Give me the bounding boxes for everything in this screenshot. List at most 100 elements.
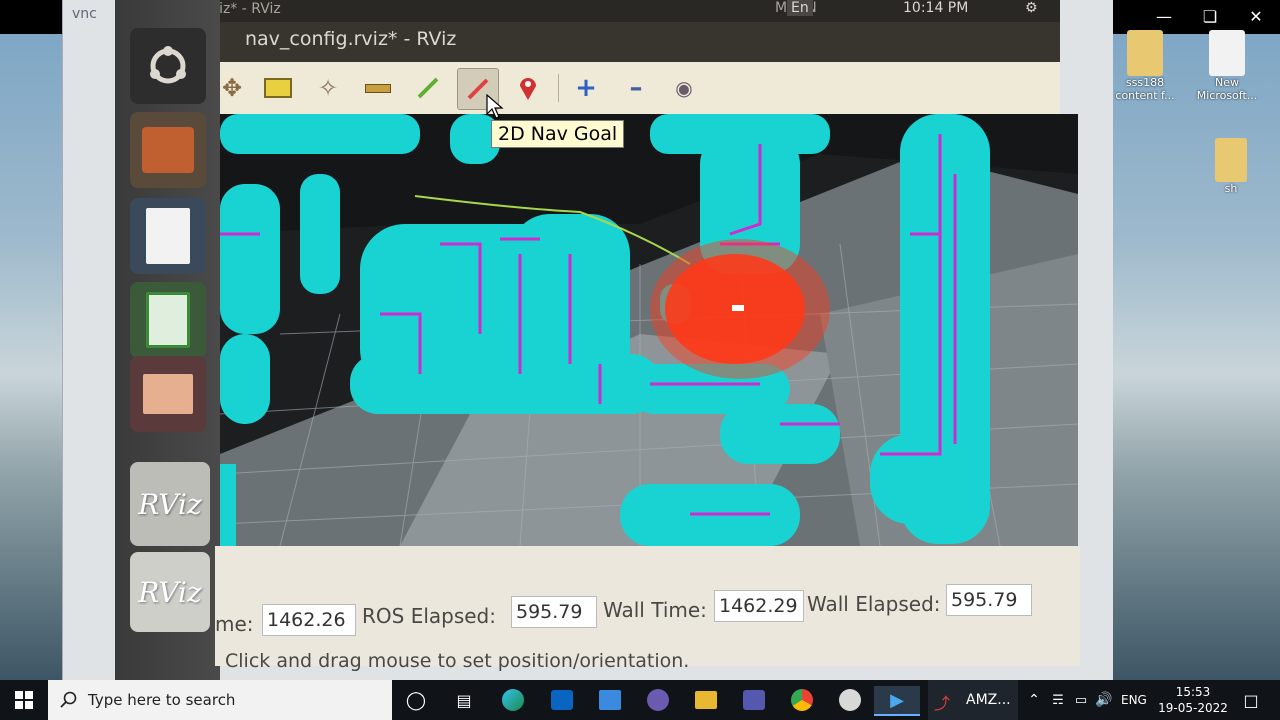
- writer-icon[interactable]: [130, 198, 206, 274]
- edge-icon[interactable]: [498, 686, 528, 714]
- edge-logo-icon: [502, 689, 524, 711]
- add-tool-button[interactable]: +: [566, 68, 606, 108]
- notification-icon[interactable]: □: [1236, 686, 1266, 714]
- wall-time-field[interactable]: 1462.29: [714, 590, 804, 622]
- search-placeholder: Type here to search: [88, 691, 236, 709]
- chrome-logo-icon: [791, 689, 813, 711]
- store-icon[interactable]: [595, 686, 625, 714]
- 2d-pose-estimate-tool[interactable]: [408, 68, 448, 108]
- select-icon: [264, 78, 292, 98]
- zip-folder-icon: [1215, 138, 1247, 182]
- rviz-window-title: nav_config.rviz* - RViz: [245, 28, 457, 50]
- rviz-3d-view[interactable]: [220, 114, 1078, 546]
- desktop-icon-word[interactable]: New Microsoft...: [1192, 30, 1262, 102]
- cortana-icon[interactable]: ◯: [401, 686, 431, 714]
- ros-time-label: me:: [215, 612, 254, 636]
- app2-logo-icon: [839, 689, 861, 711]
- desktop-icon-sh[interactable]: sh: [1196, 138, 1266, 195]
- taskbar-search-box[interactable]: Type here to search: [48, 680, 392, 720]
- top-panel-clock[interactable]: 10:14 PM: [903, 0, 968, 16]
- measure-tool[interactable]: [358, 68, 398, 108]
- status-bar-text: Click and drag mouse to set position/ori…: [225, 650, 690, 672]
- move-camera-tool[interactable]: ✥: [212, 68, 252, 108]
- wall-elapsed-label: Wall Elapsed:: [807, 592, 941, 616]
- drawer-icon: [142, 127, 194, 173]
- tool-visibility-button[interactable]: ◉: [664, 68, 704, 108]
- document-icon: [146, 208, 190, 264]
- app-icon[interactable]: [643, 686, 673, 714]
- measure-icon: [365, 83, 391, 93]
- rviz-label: RViz: [138, 487, 202, 521]
- remove-tool-button[interactable]: –: [616, 68, 656, 108]
- rviz-launcher-2[interactable]: RViz: [130, 552, 210, 632]
- impress-icon[interactable]: [130, 356, 206, 432]
- outlook-logo-icon: [551, 690, 573, 710]
- task-view-glyph-icon: ▤: [456, 690, 472, 710]
- amz-task-label: AMZ...: [966, 692, 1011, 708]
- circle-icon: ◯: [405, 689, 427, 711]
- store-logo-icon: [599, 690, 621, 710]
- document-icon: [1209, 30, 1245, 76]
- chrome-icon[interactable]: [787, 686, 817, 714]
- ros-time-field[interactable]: 1462.26: [262, 604, 356, 636]
- costmap-visualization: [220, 114, 1078, 546]
- move-camera-icon: ✥: [221, 74, 243, 102]
- volume-icon[interactable]: 🔊: [1089, 686, 1119, 714]
- app2-icon[interactable]: [835, 686, 865, 714]
- teams-icon[interactable]: [739, 686, 769, 714]
- file-explorer-icon[interactable]: [691, 686, 721, 714]
- rviz-label: RViz: [138, 575, 202, 609]
- minimize-icon[interactable]: —: [1150, 6, 1178, 28]
- focus-camera-tool[interactable]: ✧: [308, 68, 348, 108]
- amz-chart-icon: ⤴: [934, 694, 951, 713]
- wall-elapsed-field[interactable]: 595.79: [946, 584, 1032, 616]
- select-tool[interactable]: [258, 68, 298, 108]
- vnc-viewer-task[interactable]: ▶: [874, 686, 920, 716]
- restore-icon[interactable]: ❏: [1196, 6, 1224, 28]
- amz-task[interactable]: ⤴ AMZ...: [928, 680, 1018, 720]
- focus-camera-icon: ✧: [317, 74, 339, 102]
- spreadsheet-icon: [146, 292, 190, 348]
- map-pin-icon: [520, 78, 536, 100]
- desktop-icon-label: sh: [1224, 182, 1238, 195]
- search-icon: [60, 691, 77, 708]
- ros-elapsed-label: ROS Elapsed:: [362, 604, 496, 628]
- robot-marker: [732, 305, 744, 311]
- toolbar-divider: [558, 74, 559, 102]
- top-panel-lang[interactable]: En: [787, 0, 813, 16]
- taskbar-clock[interactable]: 15:53 19-05-2022: [1158, 684, 1228, 716]
- ubuntu-logo-icon: [150, 46, 186, 84]
- calc-icon[interactable]: [130, 282, 206, 358]
- publish-point-tool[interactable]: [508, 68, 548, 108]
- pose-estimate-arrow-icon: [417, 77, 439, 99]
- wall-time-label: Wall Time:: [603, 598, 707, 622]
- tooltip: 2D Nav Goal: [491, 120, 625, 148]
- ubuntu-dash-icon[interactable]: [130, 28, 206, 104]
- clock-date: 19-05-2022: [1158, 701, 1228, 715]
- teams-logo-icon: [743, 690, 765, 710]
- rviz-launcher-1[interactable]: RViz: [130, 462, 210, 546]
- desktop-icon-zip[interactable]: sss188 content f...: [1110, 30, 1180, 102]
- folder-icon: [695, 691, 717, 709]
- vnc-play-icon: ▶: [890, 689, 904, 711]
- clock-time: 15:53: [1175, 685, 1211, 699]
- gear-icon[interactable]: ⚙: [1025, 0, 1038, 16]
- close-icon[interactable]: ✕: [1242, 6, 1270, 28]
- minus-icon: –: [629, 73, 643, 103]
- mouse-cursor-icon: [486, 94, 504, 119]
- plus-icon: +: [575, 73, 597, 103]
- language-indicator[interactable]: ENG: [1121, 693, 1147, 707]
- zip-folder-icon: [1127, 30, 1163, 76]
- files-icon[interactable]: [130, 112, 206, 188]
- ubuntu-top-panel: nav_config.rviz* - RViz MAXN En 10:14 PM…: [115, 0, 1060, 22]
- ros-elapsed-field[interactable]: 595.79: [511, 596, 597, 628]
- rviz-toolbar: ✥ ✧ + – ◉: [220, 62, 1060, 115]
- windows-start-button[interactable]: [9, 686, 39, 714]
- desktop-icon-label: sss188 content f...: [1115, 76, 1175, 102]
- task-view-icon[interactable]: ▤: [449, 686, 479, 714]
- vnc-label: vnc: [72, 6, 97, 22]
- outlook-icon[interactable]: [547, 686, 577, 714]
- app-logo-icon: [647, 689, 669, 711]
- desktop-icon-label: New Microsoft...: [1196, 76, 1258, 102]
- presentation-icon: [143, 374, 193, 414]
